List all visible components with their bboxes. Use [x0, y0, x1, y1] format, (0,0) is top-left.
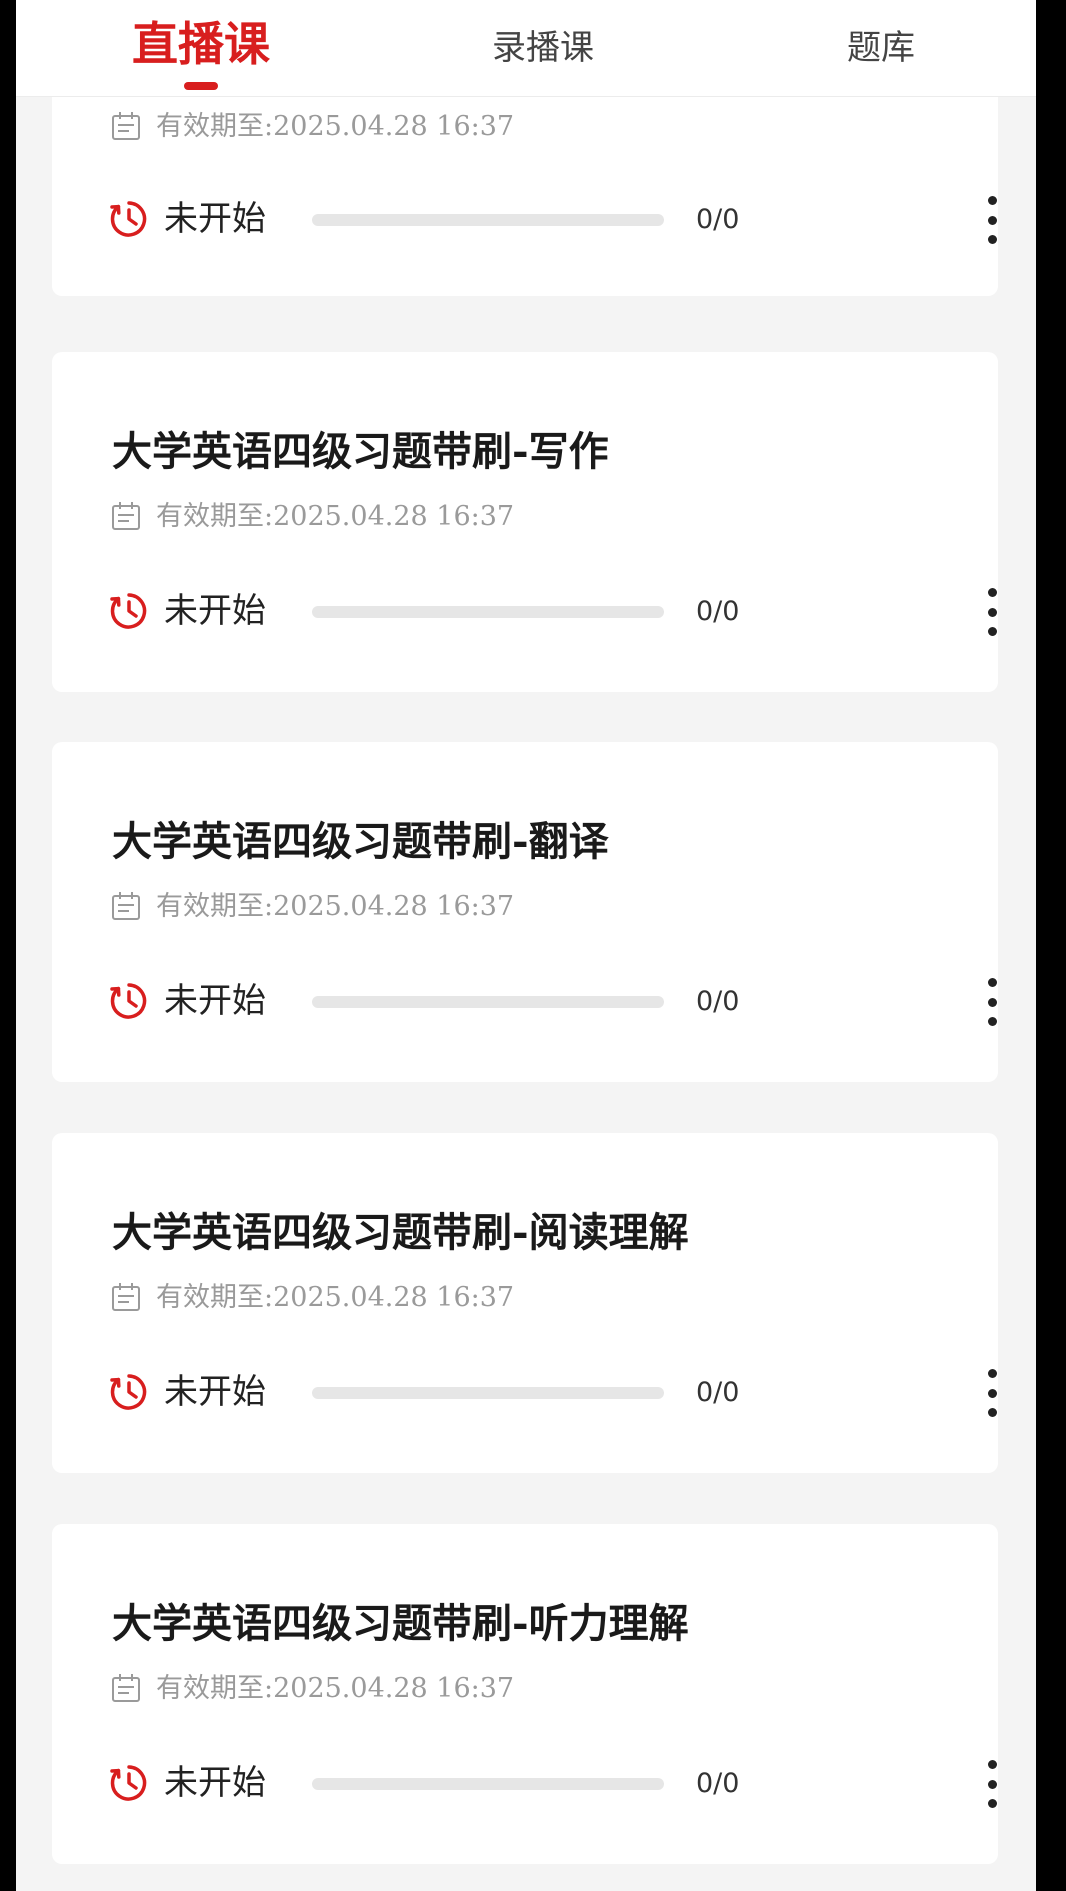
more-vertical-icon	[987, 978, 997, 987]
course-title: 大学英语四级习题带刷-阅读理解	[112, 1209, 689, 1256]
course-status: 未开始	[164, 1763, 266, 1803]
progress-bar	[312, 996, 664, 1008]
progress-count: 0/0	[696, 1377, 740, 1408]
more-options-button[interactable]	[972, 584, 1012, 640]
clock-icon	[110, 1765, 147, 1801]
validity-date: 有效期至:2025.04.28 16:37	[156, 110, 515, 142]
more-options-button[interactable]	[972, 192, 1012, 248]
progress-row: 未开始 0/0	[108, 978, 997, 1026]
validity-date: 有效期至:2025.04.28 16:37	[156, 1672, 515, 1704]
validity-date: 有效期至:2025.04.28 16:37	[156, 890, 515, 922]
progress-bar	[312, 1778, 664, 1790]
validity-row: 有效期至:2025.04.28 16:37	[110, 888, 514, 924]
progress-bar	[312, 606, 664, 618]
more-vertical-icon	[987, 196, 997, 205]
course-type-tabbar: 直播课 录播课 题库	[16, 0, 1036, 97]
progress-count: 0/0	[696, 596, 740, 627]
progress-bar	[312, 1387, 664, 1399]
more-vertical-icon-dot	[987, 235, 997, 244]
more-options-button[interactable]	[972, 974, 1012, 1030]
course-card[interactable]: 大学英语四级习题带刷-阅读理解 有效期至:2025.04.28 16:37 未开…	[52, 1133, 998, 1473]
progress-row: 未开始 0/0	[108, 196, 997, 244]
course-card[interactable]: 大学英语四级习题带刷-听力理解 有效期至:2025.04.28 16:37 未开…	[52, 1524, 998, 1864]
clock-icon	[110, 201, 147, 237]
calendar-icon	[112, 502, 140, 530]
more-vertical-icon-dot	[987, 215, 997, 225]
progress-count: 0/0	[696, 986, 740, 1017]
app-screen: 直播课 录播课 题库 有效期至:2025.04.28 16:37 未开始 0/0…	[16, 0, 1036, 1891]
clock-icon	[110, 983, 147, 1019]
course-title: 大学英语四级习题带刷-翻译	[112, 818, 609, 865]
calendar-icon	[112, 1283, 140, 1311]
progress-count: 0/0	[696, 204, 740, 235]
course-status: 未开始	[164, 981, 266, 1021]
calendar-icon	[112, 892, 140, 920]
more-vertical-icon-dot	[987, 1408, 997, 1417]
course-status: 未开始	[164, 199, 266, 239]
more-vertical-icon-dot	[987, 1779, 997, 1789]
course-title: 大学英语四级习题带刷-写作	[112, 428, 609, 475]
progress-count: 0/0	[696, 1768, 740, 1799]
course-card[interactable]: 大学英语四级习题带刷-翻译 有效期至:2025.04.28 16:37 未开始 …	[52, 742, 998, 1082]
validity-row: 有效期至:2025.04.28 16:37	[110, 1279, 514, 1315]
more-vertical-icon	[987, 1760, 997, 1769]
tab-label: 录播课	[492, 28, 594, 68]
progress-row: 未开始 0/0	[108, 1369, 997, 1417]
more-vertical-icon-dot	[987, 627, 997, 636]
clock-icon	[110, 1374, 147, 1410]
more-vertical-icon	[987, 588, 997, 597]
calendar-icon	[112, 1674, 140, 1702]
validity-row: 有效期至:2025.04.28 16:37	[110, 1670, 514, 1706]
progress-bar	[312, 214, 664, 226]
more-options-button[interactable]	[972, 1365, 1012, 1421]
validity-date: 有效期至:2025.04.28 16:37	[156, 1281, 515, 1313]
course-status: 未开始	[164, 591, 266, 631]
more-vertical-icon	[987, 1369, 997, 1378]
more-vertical-icon-dot	[987, 997, 997, 1007]
tab-recorded-course[interactable]: 录播课	[418, 0, 668, 96]
clock-icon	[110, 593, 147, 629]
calendar-icon	[112, 112, 140, 140]
active-tab-indicator	[184, 82, 218, 90]
more-vertical-icon-dot	[987, 1017, 997, 1026]
progress-row: 未开始 0/0	[108, 588, 997, 636]
more-options-button[interactable]	[972, 1756, 1012, 1812]
more-vertical-icon-dot	[987, 1799, 997, 1808]
tab-question-bank[interactable]: 题库	[756, 0, 1006, 96]
tab-label: 直播课	[132, 17, 270, 71]
validity-row: 有效期至:2025.04.28 16:37	[110, 498, 514, 534]
course-status: 未开始	[164, 1372, 266, 1412]
course-title: 大学英语四级习题带刷-听力理解	[112, 1600, 689, 1647]
more-vertical-icon-dot	[987, 607, 997, 617]
validity-date: 有效期至:2025.04.28 16:37	[156, 500, 515, 532]
validity-row: 有效期至:2025.04.28 16:37	[110, 108, 514, 144]
more-vertical-icon-dot	[987, 1388, 997, 1398]
tab-live-course[interactable]: 直播课	[76, 0, 326, 96]
tab-label: 题库	[847, 28, 915, 68]
progress-row: 未开始 0/0	[108, 1760, 997, 1808]
course-card[interactable]: 大学英语四级习题带刷-写作 有效期至:2025.04.28 16:37 未开始 …	[52, 352, 998, 692]
